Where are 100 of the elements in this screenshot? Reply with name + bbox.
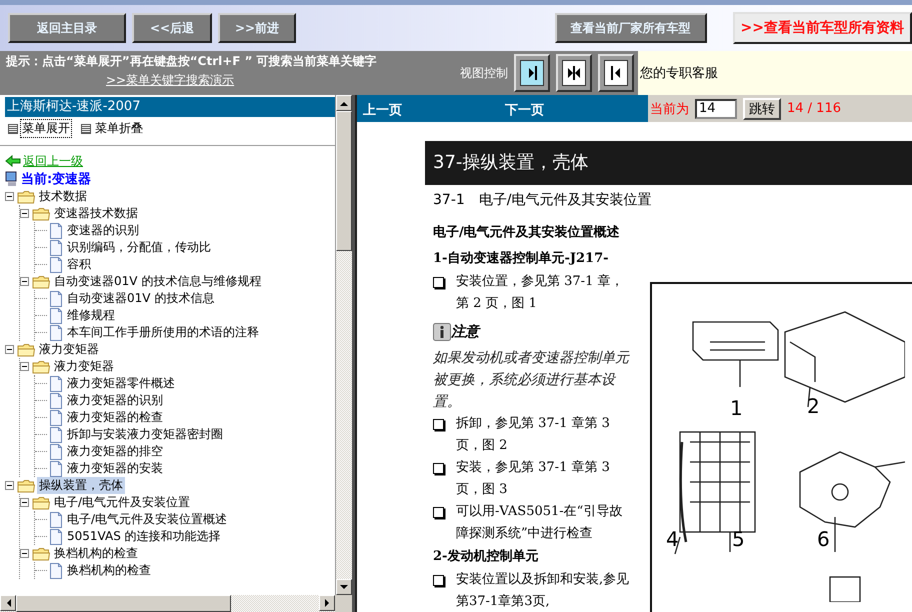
note-title: 注意 — [451, 323, 479, 341]
collapse-icon[interactable] — [20, 277, 29, 286]
scroll-thumb[interactable] — [336, 111, 352, 251]
menu-action[interactable]: 菜单展开 — [21, 120, 71, 137]
tree-item[interactable]: 液力变矩器 — [37, 341, 101, 358]
tree-item[interactable]: 液力变矩器的识别 — [65, 392, 165, 409]
document-icon — [49, 222, 63, 238]
jump-button[interactable]: 跳转 — [743, 98, 781, 120]
view-toggle-button[interactable] — [514, 54, 550, 92]
document-icon — [49, 240, 63, 256]
tree-item[interactable]: 变速器技术数据 — [52, 205, 140, 222]
checkbox-bullet-icon — [433, 419, 444, 430]
view-control-label: 视图控制 — [460, 64, 508, 82]
nav-button[interactable]: 返回主目录 — [8, 13, 126, 43]
menu-icon — [81, 124, 91, 134]
collapse-icon[interactable] — [20, 549, 29, 558]
computer-icon — [5, 171, 19, 187]
menu-icon — [8, 124, 18, 134]
tree-item[interactable]: 本车间工作手册所使用的术语的注释 — [65, 324, 261, 341]
current-category: 当前:变速器 — [21, 170, 92, 188]
menu-action[interactable]: 菜单折叠 — [94, 120, 144, 137]
page-number-field[interactable]: 14 — [695, 98, 737, 118]
vertical-scrollbar[interactable] — [335, 95, 352, 595]
tree-item[interactable]: 换档机构的检查 — [52, 545, 140, 562]
callout-number: 5 — [732, 527, 745, 551]
scroll-down-icon[interactable] — [336, 579, 352, 595]
note-text: 如果发动机或者变速器控制单元被更换，系统必须进行基本设置。 — [433, 349, 631, 412]
collapse-icon[interactable] — [5, 345, 14, 354]
tree-item[interactable]: 操纵装置，壳体 — [37, 477, 125, 494]
previous-page-link[interactable]: 上一页 — [357, 95, 499, 119]
view-toggle-button[interactable] — [556, 54, 592, 92]
page-count: 14 / 116 — [787, 101, 841, 116]
hint-text: 提示：点击“菜单展开”再在键盘按“Ctrl+F ” 可搜索当前菜单关键字 — [6, 53, 377, 70]
tree-item[interactable]: 维修规程 — [65, 307, 117, 324]
callout-number: 6 — [817, 527, 830, 551]
tree-item[interactable]: 液力变矩器零件概述 — [65, 375, 177, 392]
tree-item[interactable]: 技术数据 — [37, 188, 89, 205]
back-link[interactable]: 返回上一级 — [23, 152, 83, 170]
document-icon — [49, 376, 63, 392]
view-toggle-button[interactable] — [598, 54, 634, 92]
document-icon — [49, 562, 63, 578]
tree-item[interactable]: 识别编码，分配值，传动比 — [65, 239, 213, 256]
horizontal-scrollbar[interactable] — [0, 595, 335, 612]
folder-icon — [32, 496, 50, 510]
tree-item[interactable]: 5051VAS 的连接和功能选择 — [65, 528, 223, 545]
next-page-link[interactable]: 下一页 — [499, 95, 641, 119]
tree-item[interactable]: 自动变速器01V 的技术信息 — [65, 290, 216, 307]
tree-item[interactable]: 电子/电气元件及安装位置 — [52, 494, 192, 511]
scroll-left-icon[interactable] — [0, 595, 16, 611]
tree-item[interactable]: 换档机构的检查 — [65, 562, 153, 579]
search-demo-link[interactable]: >>菜单关键字搜索演示 — [106, 72, 234, 89]
collapse-icon[interactable] — [5, 192, 14, 201]
folder-icon — [17, 478, 35, 492]
vehicle-title: 上海斯柯达-速派-2007 — [5, 97, 335, 117]
collapse-icon[interactable] — [20, 209, 29, 218]
tree-item[interactable]: 容积 — [65, 256, 93, 273]
tree-item[interactable]: 电子/电气元件及安装位置概述 — [65, 511, 230, 528]
tree-item[interactable]: 液力变矩器 — [52, 358, 116, 375]
collapse-icon[interactable] — [20, 362, 29, 371]
callout-number: 2 — [807, 394, 820, 418]
callout-number: 4 — [666, 527, 679, 551]
document-icon — [49, 444, 63, 460]
tree-item[interactable]: 变速器的识别 — [65, 222, 141, 239]
document-icon — [49, 308, 63, 324]
panel-arrow-icon — [565, 63, 583, 83]
info-icon — [433, 323, 451, 341]
section-title: 37-1 电子/电气元件及其安装位置 — [433, 191, 652, 209]
callout-number: 1 — [730, 396, 743, 420]
document-icon — [49, 324, 63, 340]
collapse-icon[interactable] — [5, 481, 14, 490]
checkbox-bullet-icon — [433, 575, 444, 586]
view-maker-models-button[interactable]: 查看当前厂家所有车型 — [554, 13, 707, 43]
document-icon — [49, 290, 63, 306]
nav-button[interactable]: <<后退 — [132, 13, 212, 43]
folder-icon — [17, 342, 35, 356]
document-icon — [49, 256, 63, 272]
scroll-thumb[interactable] — [16, 595, 231, 612]
collapse-icon[interactable] — [20, 498, 29, 507]
folder-icon — [32, 546, 50, 560]
tree-item[interactable]: 液力变矩器的安装 — [65, 460, 165, 477]
bullet-text: 拆卸，参见第 37-1 章第 3 页，图 2 — [456, 415, 611, 455]
back-arrow-icon — [5, 155, 21, 167]
checkbox-bullet-icon — [433, 507, 444, 518]
folder-icon — [17, 190, 35, 204]
folder-icon — [32, 360, 50, 374]
tree-item[interactable]: 自动变速器01V 的技术信息与维修规程 — [52, 273, 264, 290]
tree-item[interactable]: 拆卸与安装液力变矩器密封圈 — [65, 426, 225, 443]
document-icon — [49, 410, 63, 426]
scroll-up-icon[interactable] — [336, 95, 352, 111]
nav-button[interactable]: >>前进 — [218, 13, 296, 43]
item-title: 1-自动变速器控制单元-J217- — [433, 250, 610, 267]
current-page-label: 当前为 — [650, 100, 689, 118]
item-title: 2-发动机控制单元 — [433, 548, 540, 565]
overview-heading: 电子/电气元件及其安装位置概述 — [433, 224, 621, 241]
tree-item[interactable]: 液力变矩器的排空 — [65, 443, 165, 460]
tree-item[interactable]: 液力变矩器的检查 — [65, 409, 165, 426]
document-icon — [49, 392, 63, 408]
scroll-right-icon[interactable] — [319, 595, 335, 611]
folder-icon — [32, 206, 50, 220]
checkbox-bullet-icon — [433, 277, 444, 288]
